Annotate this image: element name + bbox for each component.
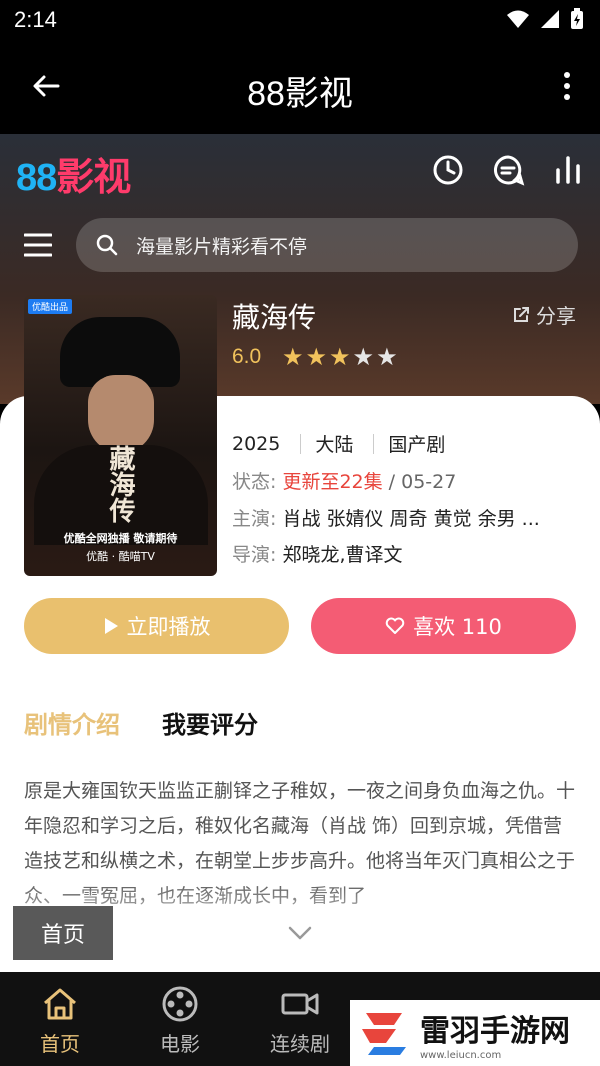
history-clock-icon[interactable] xyxy=(430,152,466,188)
divider xyxy=(373,433,375,454)
like-button[interactable]: 喜欢 110 xyxy=(311,598,576,654)
show-title: 藏海传 xyxy=(232,301,317,334)
share-button[interactable]: 分享 xyxy=(512,300,576,329)
like-label: 喜欢 110 xyxy=(413,615,502,639)
share-label: 分享 xyxy=(536,304,576,328)
watermark-text: 雷羽手游网 www.leiucn.com xyxy=(420,1006,570,1061)
film-reel-icon xyxy=(162,986,198,1022)
signal-icon xyxy=(541,10,559,28)
nav-item-home[interactable]: 首页 xyxy=(0,972,120,1066)
search-icon xyxy=(96,234,118,256)
meta-genre: 国产剧 xyxy=(388,434,446,456)
chevron-down-icon[interactable] xyxy=(288,926,312,940)
watermark-logo-icon xyxy=(362,1013,406,1055)
star-filled-icon: ★ xyxy=(282,343,304,371)
director-value: 郑晓龙,曹译文 xyxy=(282,544,403,566)
search-placeholder: 海量影片精彩看不停 xyxy=(136,236,308,258)
tab-plot[interactable]: 剧情介绍 xyxy=(24,705,120,740)
home-icon xyxy=(44,988,76,1020)
cast-row: 主演: 肖战 张婧仪 周奇 黄觉 余男 ... xyxy=(232,504,540,531)
meta-region: 大陆 xyxy=(315,434,354,456)
header-icons xyxy=(430,152,586,188)
poster-badge: 优酷出品 xyxy=(28,299,73,314)
status-time: 2:14 xyxy=(14,7,57,32)
star-empty-icon: ★ xyxy=(352,343,375,371)
site-logo[interactable]: 88影视 xyxy=(16,146,131,201)
meta-row: 2025 大陆 国产剧 xyxy=(232,430,445,457)
nav-label: 电影 xyxy=(160,1032,200,1056)
video-camera-icon xyxy=(281,993,319,1015)
nav-item-movies[interactable]: 电影 xyxy=(120,972,240,1066)
app-title: 88影视 xyxy=(247,75,353,113)
status-row: 状态: 更新至22集 / 05-27 xyxy=(232,467,456,494)
status-date: / 05-27 xyxy=(382,471,457,493)
status-icons xyxy=(506,8,584,30)
director-label: 导演: xyxy=(232,544,277,566)
star-filled-icon: ★ xyxy=(305,343,328,371)
cast-value: 肖战 张婧仪 周奇 黄觉 余男 ... xyxy=(282,508,540,530)
watermark-name: 雷羽手游网 xyxy=(420,1013,570,1049)
play-label: 立即播放 xyxy=(126,615,211,639)
battery-icon xyxy=(571,8,583,29)
wifi-icon xyxy=(507,10,529,28)
poster-tagline: 优酷全网独播 敬请期待 xyxy=(63,532,178,545)
tab-rate[interactable]: 我要评分 xyxy=(162,705,258,740)
play-now-button[interactable]: 立即播放 xyxy=(24,598,289,654)
share-icon xyxy=(514,306,529,322)
poster-figure-face xyxy=(88,375,154,453)
meta-year: 2025 xyxy=(232,432,281,455)
rating-score: 6.0 xyxy=(232,345,262,368)
status-bar: 2:14 xyxy=(0,0,600,40)
watermark-url: www.leiucn.com xyxy=(420,1049,502,1061)
nav-label: 首页 xyxy=(40,1032,80,1056)
logo-text: 影视 xyxy=(56,157,131,199)
poster-image[interactable]: 藏海传 优酷出品 优酷全网独播 敬请期待 优酷 · 酷喵TV xyxy=(24,295,217,576)
director-row: 导演: 郑晓龙,曹译文 xyxy=(232,540,403,567)
watermark: 雷羽手游网 www.leiucn.com xyxy=(350,1000,600,1066)
search-bar[interactable]: 海量影片精彩看不停 xyxy=(76,218,578,272)
poster-title: 藏海传 xyxy=(105,445,135,523)
hamburger-menu-icon[interactable] xyxy=(24,232,52,258)
poster-brands: 优酷 · 酷喵TV xyxy=(86,550,155,563)
heart-icon xyxy=(385,617,405,634)
cast-label: 主演: xyxy=(232,508,277,530)
nav-label: 连续剧 xyxy=(270,1032,330,1056)
star-filled-icon: ★ xyxy=(329,343,351,371)
message-icon[interactable] xyxy=(490,152,526,188)
status-value: 更新至22集 xyxy=(282,471,383,493)
rating-stars: ★ ★ ★ ★ ★ xyxy=(282,345,398,369)
floating-home-chip[interactable]: 首页 xyxy=(13,906,113,960)
status-label: 状态: xyxy=(232,471,277,493)
logo-number: 88 xyxy=(16,157,57,199)
ranking-bars-icon[interactable] xyxy=(550,152,586,188)
nav-item-series[interactable]: 连续剧 xyxy=(240,972,360,1066)
play-icon xyxy=(104,618,118,634)
more-vertical-icon[interactable] xyxy=(562,70,572,102)
divider xyxy=(300,433,302,454)
app-bar: 88影视 xyxy=(0,40,600,134)
star-empty-icon: ★ xyxy=(376,343,398,371)
